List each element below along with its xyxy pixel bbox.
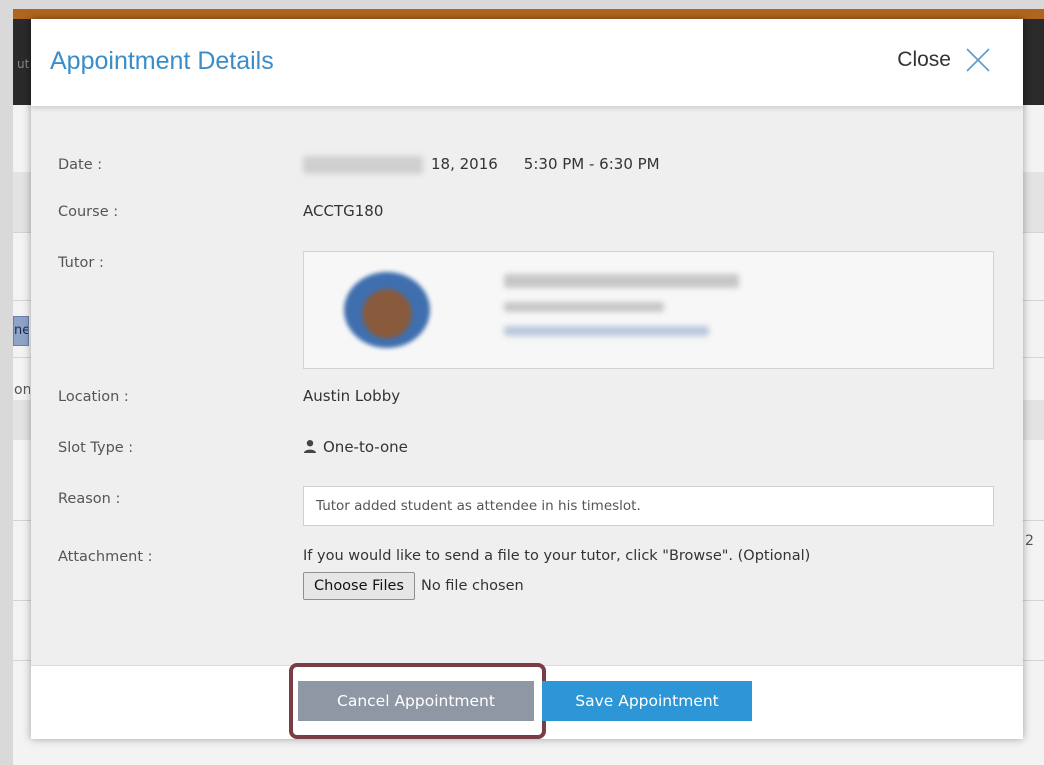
bg-text-fragment: 2: [1025, 533, 1034, 549]
tutor-avatar: [344, 272, 430, 348]
redacted-tutor-name: [504, 274, 739, 288]
course-value: ACCTG180: [303, 202, 384, 220]
tutor-card: [303, 251, 994, 369]
modal-title: Appointment Details: [50, 47, 274, 75]
bg-text-fragment: on: [14, 382, 30, 398]
redacted-tutor-info: [504, 302, 664, 312]
file-status: No file chosen: [420, 578, 524, 594]
choose-files-button[interactable]: Choose Files: [303, 572, 415, 600]
date-text: 18, 2016: [431, 155, 498, 173]
time-range: 5:30 PM - 6:30 PM: [523, 155, 660, 173]
location-label: Location :: [58, 389, 129, 405]
close-label: Close: [897, 48, 951, 71]
save-appointment-button[interactable]: Save Appointment: [542, 681, 752, 721]
bg-tag-fragment: ne: [13, 316, 29, 346]
file-input: Choose Files No file chosen: [303, 572, 524, 600]
appointment-details-modal: Appointment Details Close Date : 18, 201…: [31, 19, 1023, 739]
tutor-label: Tutor :: [58, 255, 104, 271]
cancel-appointment-button[interactable]: Cancel Appointment: [298, 681, 534, 721]
modal-header: Appointment Details Close: [31, 19, 1023, 106]
close-button[interactable]: Close: [897, 45, 993, 75]
person-icon: [304, 440, 316, 453]
redacted-date-prefix: [303, 155, 423, 174]
attachment-hint: If you would like to send a file to your…: [303, 548, 811, 564]
course-label: Course :: [58, 204, 119, 220]
slot-type-text: One-to-one: [323, 438, 408, 456]
bg-header-fragment: ut: [17, 57, 30, 71]
reason-field[interactable]: Tutor added student as attendee in his t…: [303, 486, 994, 526]
slot-type-value: One-to-one: [303, 438, 408, 456]
attachment-label: Attachment :: [58, 549, 153, 565]
location-value: Austin Lobby: [303, 387, 401, 405]
close-icon: [966, 48, 990, 72]
reason-label: Reason :: [58, 491, 121, 507]
redacted-tutor-email: [504, 326, 709, 336]
date-label: Date :: [58, 157, 103, 173]
slot-type-label: Slot Type :: [58, 440, 134, 456]
date-value: 18, 2016 5:30 PM - 6:30 PM: [303, 155, 660, 174]
app-top-accent-bar: [13, 9, 1044, 19]
